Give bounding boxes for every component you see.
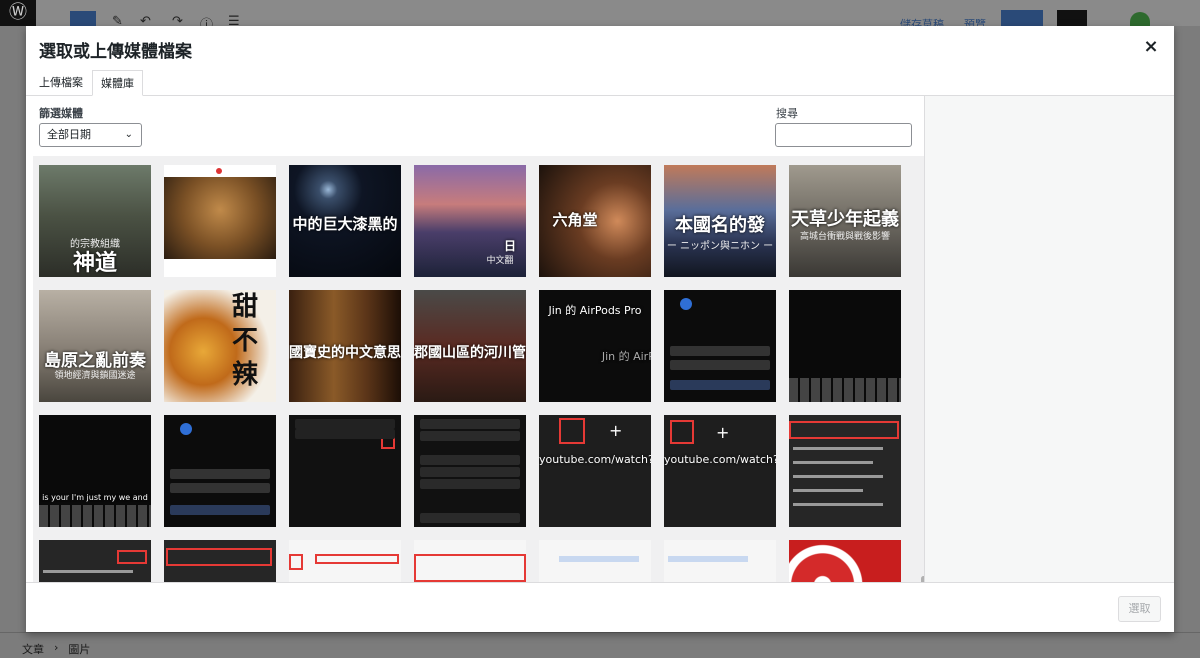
highlight-box <box>789 421 899 439</box>
tab-upload-files[interactable]: 上傳檔案 <box>31 70 91 96</box>
media-toolbar: 篩選媒體 全部日期 ⌄ 搜尋 <box>26 96 924 156</box>
add-block-button <box>70 11 96 26</box>
modal-footer: 選取 <box>26 582 1174 632</box>
date-filter-select[interactable]: 全部日期 ⌄ <box>39 123 142 147</box>
media-thumbnail[interactable]: 郡國山區的河川管理 <box>414 290 526 402</box>
editor-bottombar <box>0 632 1200 658</box>
highlight-box <box>414 554 526 582</box>
red-dot-icon <box>216 168 222 174</box>
select-button[interactable]: 選取 <box>1118 596 1161 622</box>
media-thumbnail[interactable] <box>164 415 276 527</box>
plus-icon: + <box>609 421 623 440</box>
plus-icon: + <box>716 423 730 442</box>
person-icon <box>180 423 192 435</box>
modal-tabs: 上傳檔案 媒體庫 <box>26 70 1174 96</box>
media-grid: 的宗教組織 神道 中的巨大漆黑的 日 中文翻 六角堂 本國名的發 ー ニッポン與… <box>33 156 924 582</box>
media-thumbnail[interactable] <box>164 540 276 582</box>
search-input[interactable] <box>775 123 912 147</box>
media-thumbnail[interactable] <box>289 415 401 527</box>
highlight-box <box>559 418 585 444</box>
highlight-box <box>315 554 399 564</box>
media-thumbnail[interactable] <box>414 415 526 527</box>
breadcrumb-post: 文章 <box>22 643 44 656</box>
keyboard-image <box>39 505 151 527</box>
media-thumbnail[interactable] <box>414 540 526 582</box>
breadcrumb: 文章 › 圖片 <box>22 641 90 657</box>
attachment-details-sidebar <box>924 96 1174 582</box>
avatar <box>1130 12 1150 26</box>
close-icon[interactable]: × <box>1142 38 1160 56</box>
media-thumbnail[interactable]: Jin 的 AirPods Pro Jin 的 AirPod <box>539 290 651 402</box>
keyboard-image <box>789 378 901 402</box>
media-thumbnail[interactable] <box>39 540 151 582</box>
takoyaki-image <box>164 177 276 259</box>
highlight-box <box>117 550 147 564</box>
media-thumbnail[interactable]: 的宗教組織 神道 <box>39 165 151 277</box>
media-thumbnail[interactable]: 島原之亂前奏 領地經濟與鎖國迷途 <box>39 290 151 402</box>
wordpress-logo-icon: Ⓦ <box>0 0 36 26</box>
media-thumbnail[interactable] <box>789 540 901 582</box>
settings-icon <box>1057 10 1087 26</box>
highlight-box <box>289 554 303 570</box>
modal-title: 選取或上傳媒體檔案 <box>39 42 192 62</box>
date-filter-value: 全部日期 <box>47 128 91 141</box>
media-thumbnail[interactable] <box>289 540 401 582</box>
media-thumbnail[interactable]: is your I'm just my we and <box>39 415 151 527</box>
media-modal: 選取或上傳媒體檔案 × 上傳檔案 媒體庫 篩選媒體 全部日期 ⌄ 搜尋 的宗教組… <box>26 26 1174 632</box>
media-thumbnail[interactable]: 國寶史的中文意思及 <box>289 290 401 402</box>
media-thumbnail[interactable]: 日 中文翻 <box>414 165 526 277</box>
media-thumbnail[interactable]: 天草少年起義 高城台衝戰與戰後影響 <box>789 165 901 277</box>
breadcrumb-image: 圖片 <box>68 643 91 656</box>
media-thumbnail[interactable]: 甜不辣 <box>164 290 276 402</box>
media-thumbnail[interactable]: 本國名的發 ー ニッポン與ニホン ー <box>664 165 776 277</box>
media-thumbnail[interactable] <box>539 540 651 582</box>
media-thumbnail[interactable] <box>164 165 276 277</box>
publish-button <box>1001 10 1043 26</box>
tab-media-library[interactable]: 媒體庫 <box>92 70 143 96</box>
media-thumbnail[interactable] <box>789 415 901 527</box>
media-thumbnail[interactable] <box>664 290 776 402</box>
person-icon <box>680 298 692 310</box>
media-thumbnail[interactable]: 六角堂 <box>539 165 651 277</box>
search-label: 搜尋 <box>776 107 798 120</box>
breadcrumb-separator-icon: › <box>54 641 59 654</box>
media-thumbnail[interactable]: 中的巨大漆黑的 <box>289 165 401 277</box>
highlight-box <box>670 420 694 444</box>
highlight-box <box>166 548 272 566</box>
chevron-down-icon: ⌄ <box>124 129 133 140</box>
media-thumbnail[interactable]: + youtube.com/watch?v= <box>664 415 776 527</box>
filter-media-label: 篩選媒體 <box>39 107 83 120</box>
media-thumbnail[interactable] <box>664 540 776 582</box>
media-thumbnail[interactable] <box>789 290 901 402</box>
media-thumbnail[interactable]: + youtube.com/watch?v <box>539 415 651 527</box>
